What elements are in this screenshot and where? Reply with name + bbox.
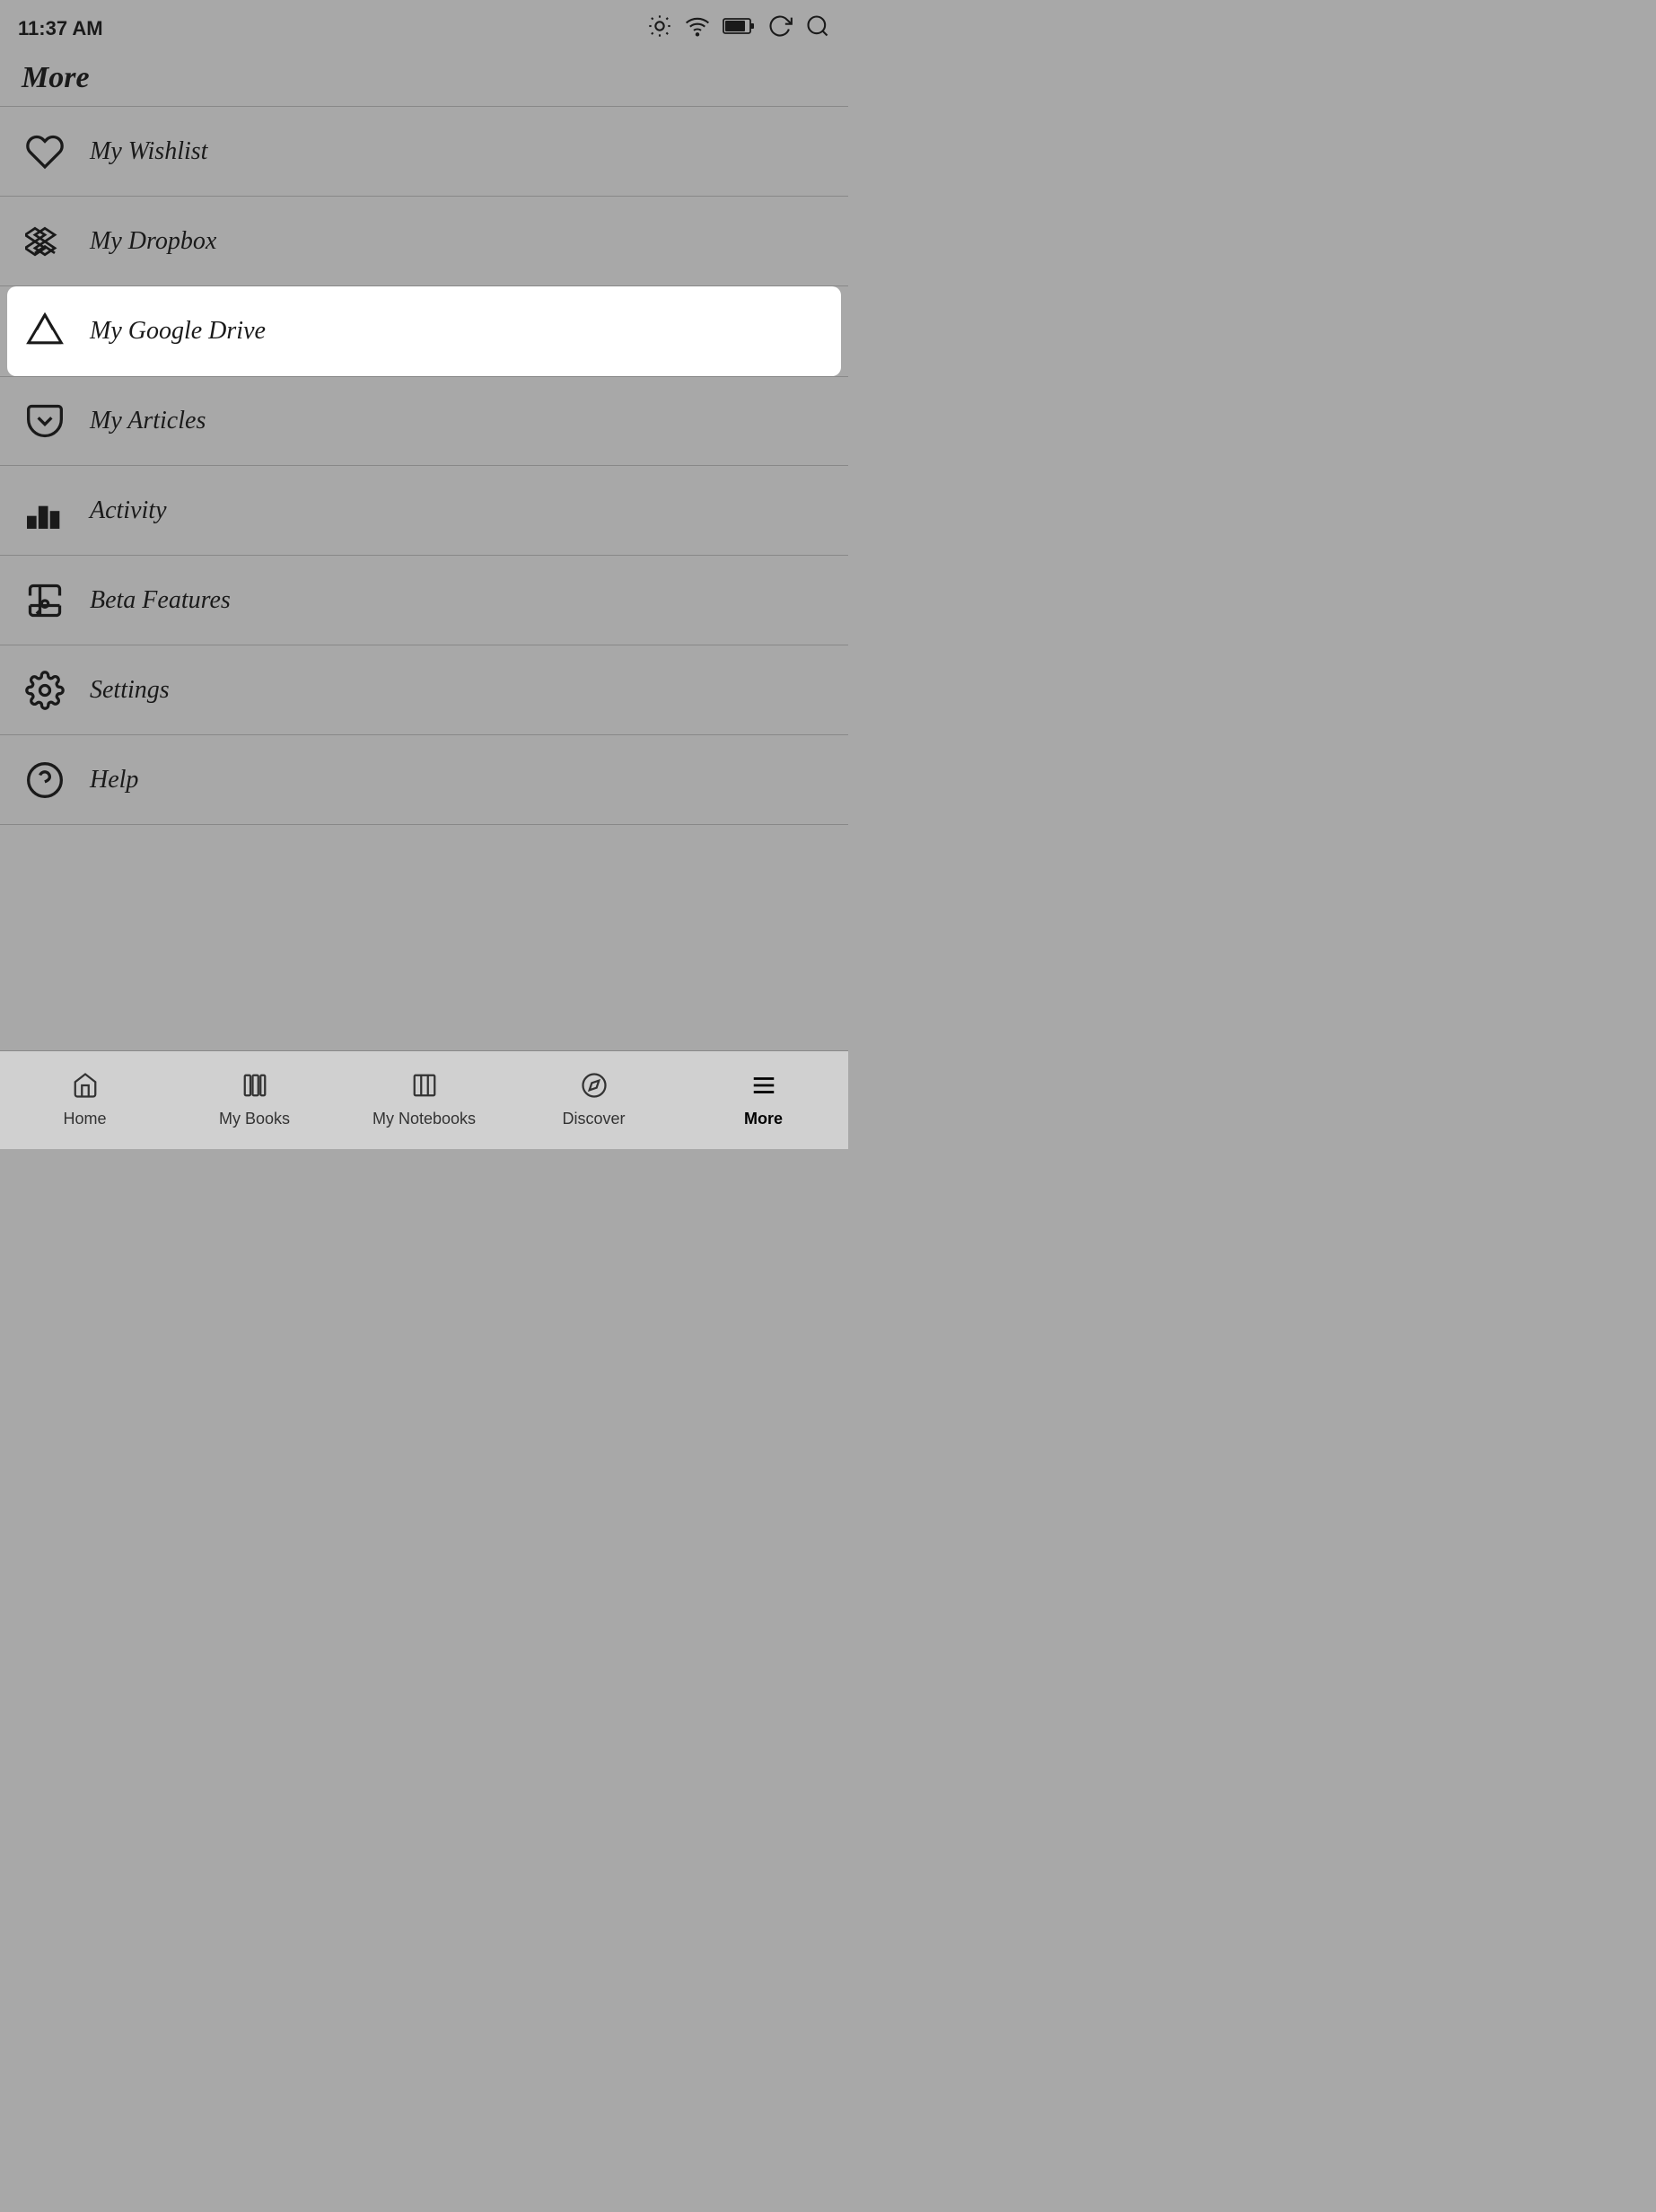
more-nav-label: More	[744, 1110, 783, 1128]
menu-item-beta-features[interactable]: Beta Features	[0, 556, 848, 645]
menu-item-settings[interactable]: Settings	[0, 645, 848, 735]
status-bar: 11:37 AM	[0, 0, 848, 54]
google-drive-label: My Google Drive	[90, 317, 266, 346]
more-icon	[750, 1072, 777, 1106]
menu-item-google-drive[interactable]: My Google Drive	[7, 286, 841, 376]
nav-item-my-books[interactable]: My Books	[170, 1063, 339, 1137]
dropbox-icon	[22, 218, 68, 265]
sync-icon	[767, 13, 793, 44]
nav-item-more[interactable]: More	[679, 1063, 848, 1137]
pocket-icon	[22, 398, 68, 444]
help-label: Help	[90, 766, 138, 794]
status-time: 11:37 AM	[18, 17, 103, 40]
beta-features-label: Beta Features	[90, 586, 231, 615]
activity-icon	[22, 487, 68, 534]
activity-label: Activity	[90, 496, 167, 525]
menu-list: My Wishlist My Dropbox My Google Drive	[0, 107, 848, 825]
dropbox-label: My Dropbox	[90, 227, 216, 256]
heart-icon	[22, 128, 68, 175]
wifi-icon	[685, 13, 710, 44]
nav-item-discover[interactable]: Discover	[509, 1063, 679, 1137]
menu-item-activity[interactable]: Activity	[0, 466, 848, 556]
books-icon	[241, 1072, 268, 1106]
brightness-icon	[647, 13, 672, 44]
page-title: More	[0, 54, 848, 107]
discover-icon	[581, 1072, 608, 1106]
status-icons	[647, 13, 830, 44]
wishlist-label: My Wishlist	[90, 137, 207, 166]
notebooks-icon	[411, 1072, 438, 1106]
beta-icon	[22, 577, 68, 624]
home-icon	[72, 1072, 99, 1106]
nav-item-my-notebooks[interactable]: My Notebooks	[339, 1063, 509, 1137]
menu-item-dropbox[interactable]: My Dropbox	[0, 197, 848, 286]
nav-item-home[interactable]: Home	[0, 1063, 170, 1137]
home-nav-label: Home	[63, 1110, 106, 1128]
notebooks-nav-label: My Notebooks	[372, 1110, 476, 1128]
help-icon	[22, 757, 68, 803]
battery-icon	[723, 16, 755, 41]
bottom-nav: Home My Books My Notebooks	[0, 1050, 848, 1149]
settings-label: Settings	[90, 676, 170, 705]
menu-item-help[interactable]: Help	[0, 735, 848, 825]
settings-icon	[22, 667, 68, 714]
google-drive-icon	[22, 308, 68, 355]
articles-label: My Articles	[90, 407, 206, 435]
discover-nav-label: Discover	[562, 1110, 625, 1128]
search-icon[interactable]	[805, 13, 830, 44]
books-nav-label: My Books	[219, 1110, 290, 1128]
menu-item-wishlist[interactable]: My Wishlist	[0, 107, 848, 197]
menu-item-articles[interactable]: My Articles	[0, 376, 848, 466]
